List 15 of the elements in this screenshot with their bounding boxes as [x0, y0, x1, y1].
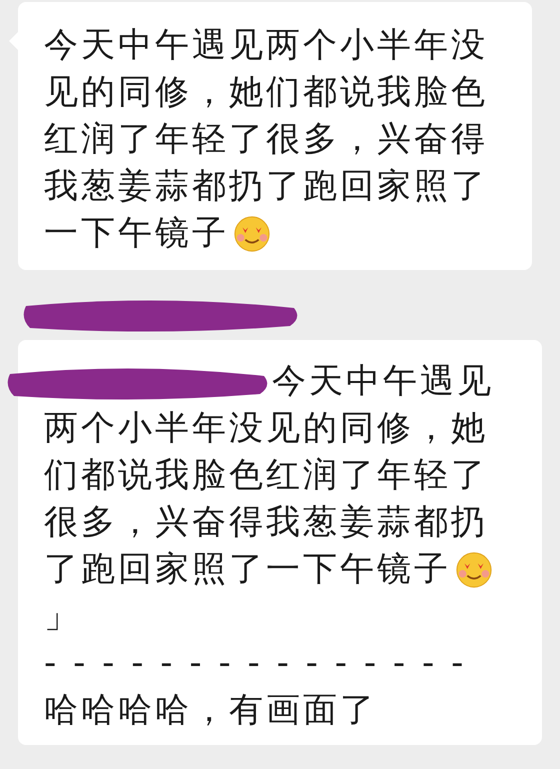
message-text: 我葱姜蒜都扔了跑回家照了	[44, 165, 488, 208]
message-text: 今天中午遇见	[272, 360, 494, 403]
message-text: 」	[44, 595, 81, 638]
message-text: 今天中午遇见两个小半年没	[44, 24, 488, 67]
smiling-face-icon	[455, 550, 493, 588]
message-text: 见的同修，她们都说我脸色	[44, 71, 488, 114]
message-text: 哈哈哈哈，有画面了	[44, 689, 377, 732]
smiling-face-icon	[233, 214, 271, 252]
message-text: 两个小半年没见的同修，她	[44, 407, 488, 450]
message-text: 红润了年轻了很多，兴奋得	[44, 118, 488, 161]
message-text: 们都说我脸色红润了年轻了	[44, 454, 488, 497]
message-text: 很多，兴奋得我葱姜蒜都扔	[44, 501, 488, 544]
message-text: - - - - - - - - - - - - - - -	[44, 642, 466, 685]
message-text: 了跑回家照了一下午镜子	[44, 548, 451, 591]
message-text: 一下午镜子	[44, 212, 229, 255]
